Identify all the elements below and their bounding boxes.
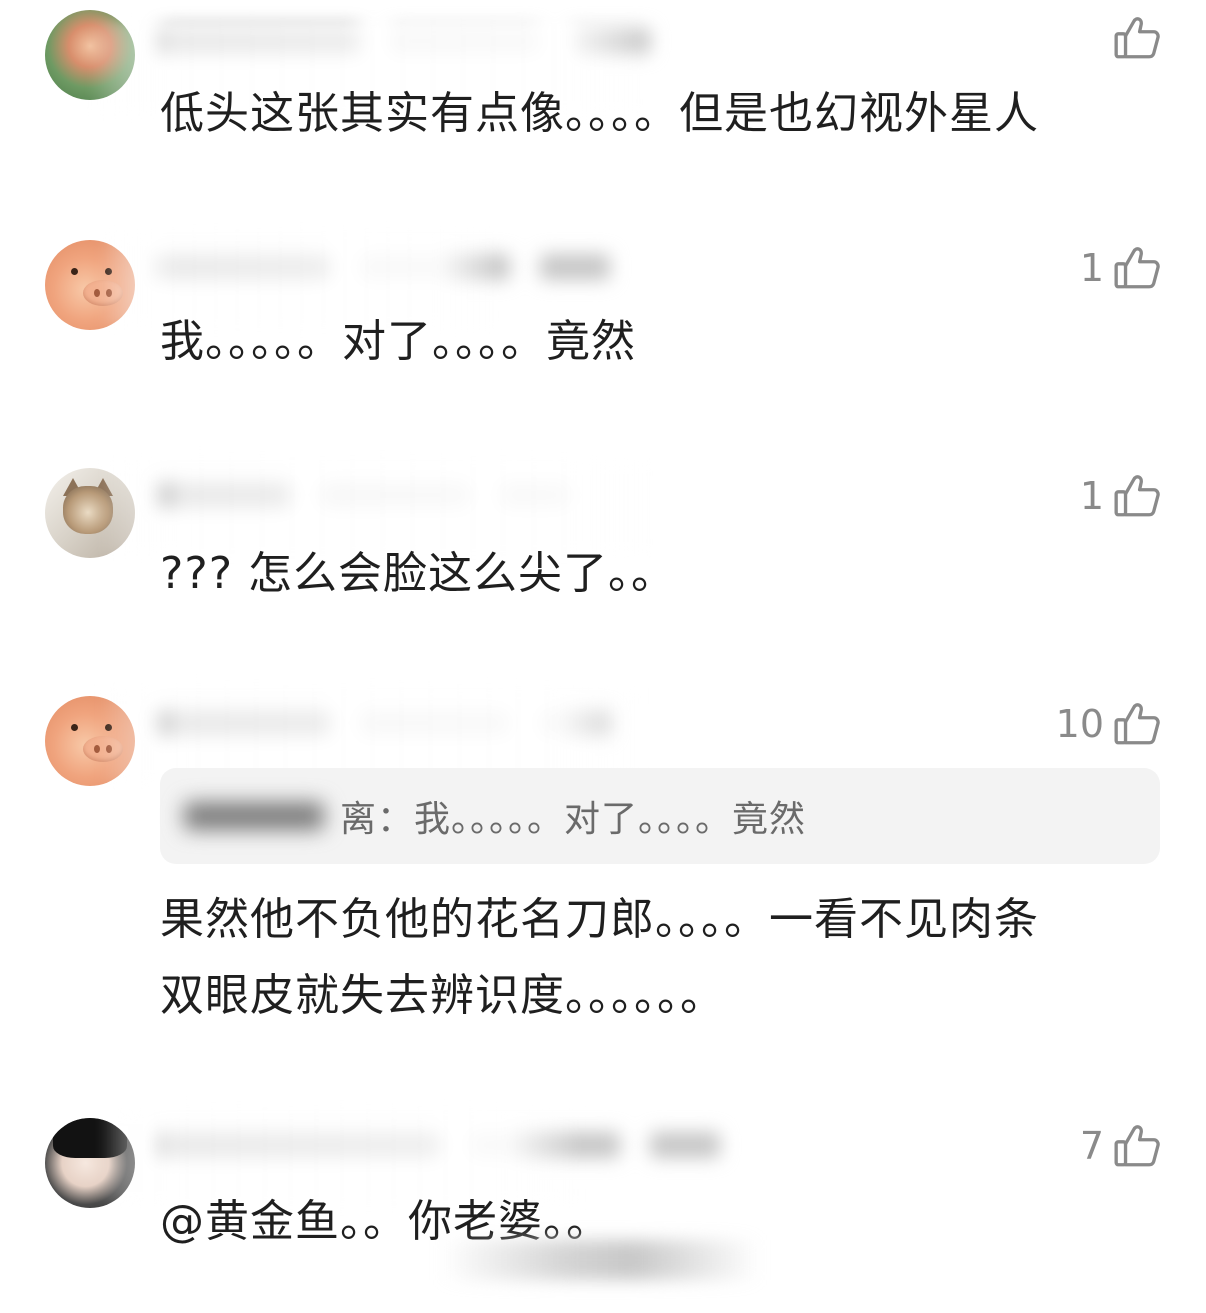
quoted-text: 我。。。。。对了。。。。竟然	[414, 799, 807, 840]
like-button[interactable]	[1104, 10, 1162, 66]
comment-meta-redacted	[160, 1122, 740, 1166]
thumbs-up-icon	[1112, 471, 1162, 521]
watermark-redacted	[440, 1240, 760, 1280]
avatar[interactable]	[45, 696, 135, 786]
comment-meta-redacted	[160, 700, 620, 744]
quoted-username-redacted	[184, 796, 334, 836]
comment-list: 低头这张其实有点像。。。。但是也幻视外星人 1 我。。。。。对了。。。。竟然 1…	[0, 0, 1206, 1313]
thumbs-up-icon	[1112, 699, 1162, 749]
like-count: 10	[1055, 702, 1104, 746]
like-button[interactable]: 1	[1080, 240, 1162, 296]
like-button[interactable]: 7	[1080, 1118, 1162, 1174]
like-count: 1	[1079, 246, 1104, 290]
comment-text: ??? 怎么会脸这么尖了。。	[160, 548, 677, 599]
comment-item: 1 ??? 怎么会脸这么尖了。。	[0, 450, 1206, 650]
avatar[interactable]	[45, 10, 135, 100]
comment-item: 1 我。。。。。对了。。。。竟然	[0, 222, 1206, 422]
avatar[interactable]	[45, 240, 135, 330]
quoted-reply-text: 离：我。。。。。对了。。。。竟然	[340, 790, 806, 842]
quoted-reply[interactable]: 离：我。。。。。对了。。。。竟然	[160, 768, 1160, 864]
comment-text: 我。。。。。对了。。。。竟然	[160, 316, 636, 367]
avatar[interactable]	[45, 1118, 135, 1208]
comment-meta-redacted	[160, 18, 680, 62]
comment-item: 10 离：我。。。。。对了。。。。竟然 果然他不负他的花名刀郎。。。。一看不见肉…	[0, 678, 1206, 1038]
thumbs-up-icon	[1112, 13, 1162, 63]
comment-text: 低头这张其实有点像。。。。但是也幻视外星人	[160, 88, 1039, 139]
like-button[interactable]: 10	[1056, 696, 1162, 752]
comment-meta-redacted	[160, 472, 580, 516]
thumbs-up-icon	[1112, 243, 1162, 293]
comment-meta-redacted	[160, 244, 620, 288]
like-button[interactable]: 1	[1080, 468, 1162, 524]
quoted-name-suffix: 离：	[340, 799, 415, 840]
comment-item: 低头这张其实有点像。。。。但是也幻视外星人	[0, 0, 1206, 200]
like-count: 1	[1079, 474, 1104, 518]
like-count: 7	[1079, 1124, 1104, 1168]
comment-text: 果然他不负他的花名刀郎。。。。一看不见肉条 双眼皮就失去辨识度。。。。。。	[160, 894, 1039, 1021]
thumbs-up-icon	[1112, 1121, 1162, 1171]
avatar[interactable]	[45, 468, 135, 558]
